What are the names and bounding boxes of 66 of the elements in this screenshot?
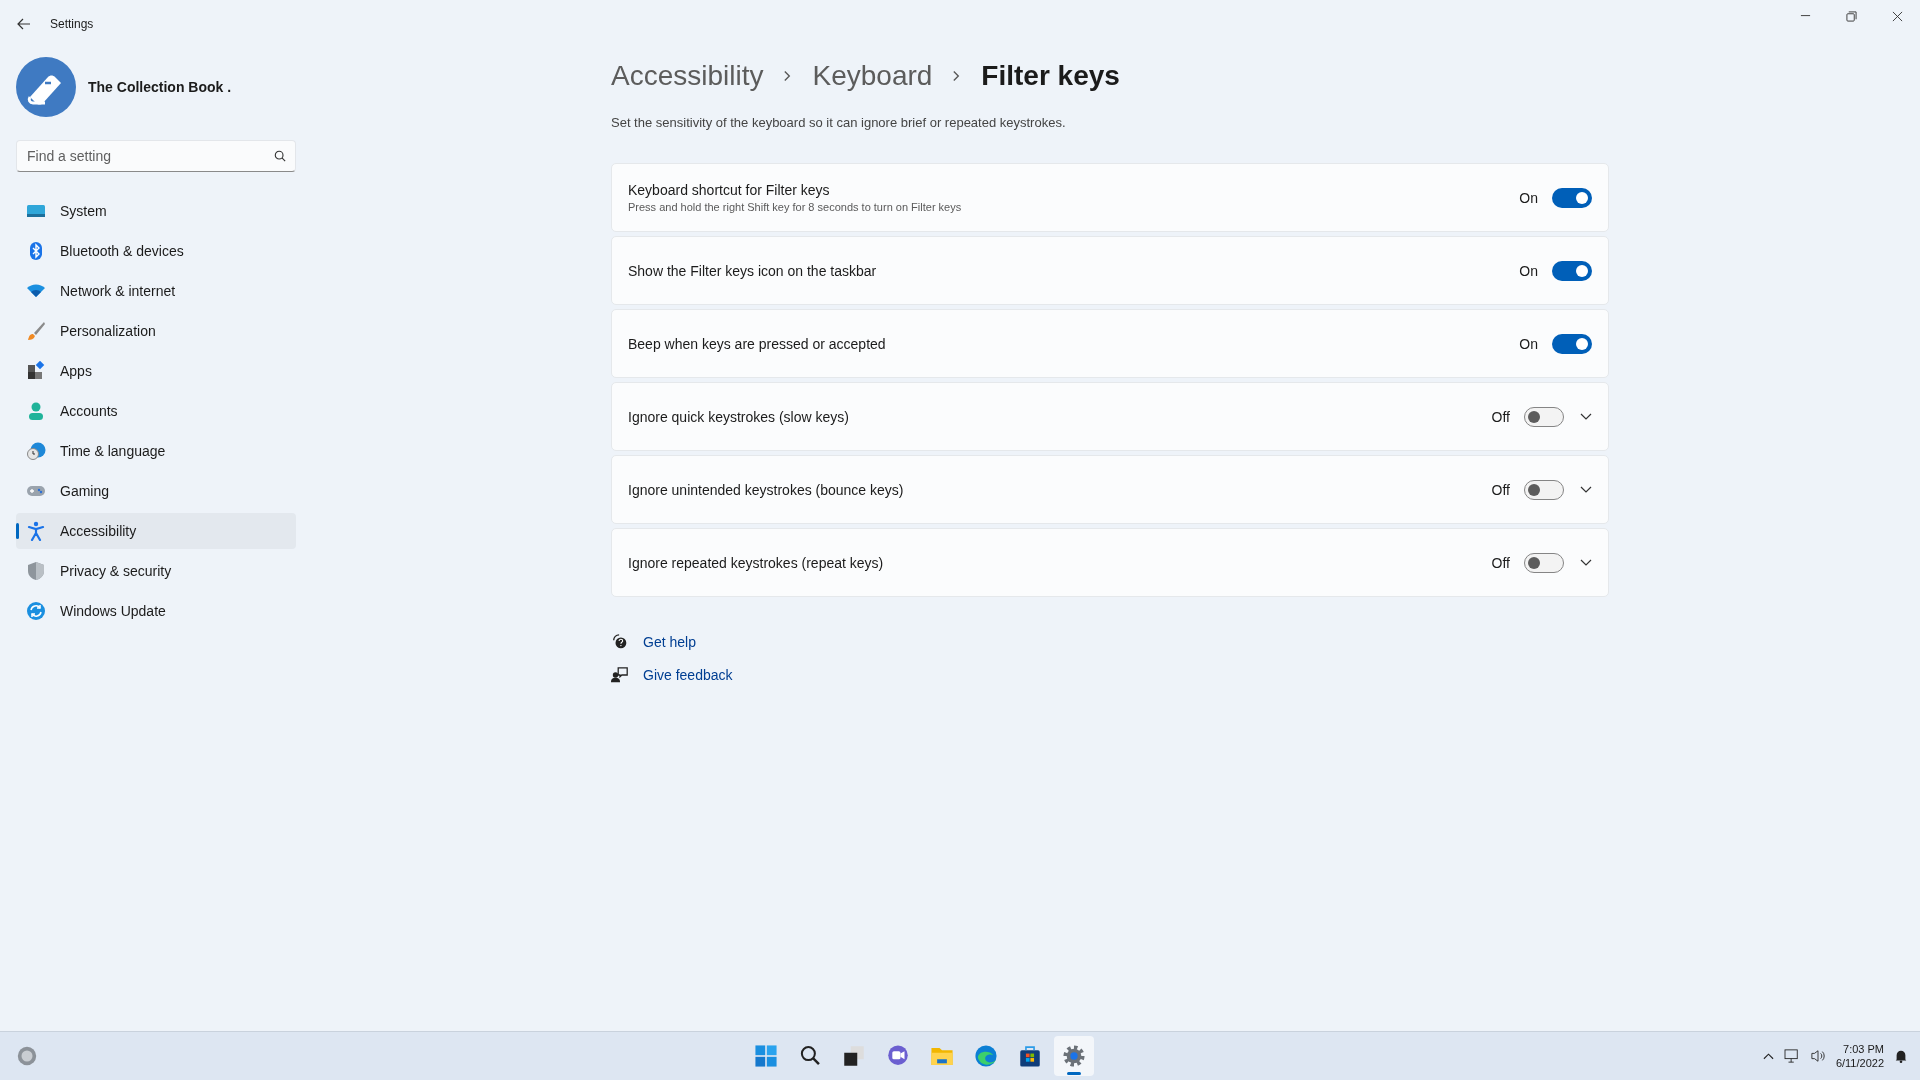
toggle-state: On	[1519, 335, 1538, 352]
search-icon	[274, 150, 286, 162]
page-description: Set the sensitivity of the keyboard so it can ignore brief or repeated keystrokes.	[611, 115, 1067, 130]
avatar-icon	[16, 57, 76, 117]
account-name: The Collection Book .	[88, 79, 232, 95]
toggle-state: On	[1519, 189, 1538, 206]
bell-icon[interactable]	[1894, 1049, 1908, 1063]
breadcrumb-link[interactable]: Accessibility	[611, 60, 764, 92]
nav-item[interactable]: Network & internet	[16, 273, 296, 309]
accessibility-icon	[26, 521, 46, 541]
nav-item[interactable]: Gaming	[16, 473, 296, 509]
toggle-switch[interactable]	[1552, 333, 1592, 354]
brush-icon	[26, 321, 46, 341]
clock-time: 7:03 PM	[1843, 1043, 1884, 1055]
window-title: Settings	[50, 17, 94, 31]
chevron-down-icon[interactable]	[1580, 558, 1592, 567]
network-icon[interactable]	[1783, 1049, 1800, 1063]
apps-icon	[26, 361, 46, 381]
restore-icon[interactable]	[1845, 10, 1857, 22]
help-link[interactable]: Get help	[643, 634, 696, 650]
toggle-switch[interactable]	[1524, 406, 1564, 427]
setting-subtitle: Press and hold the right Shift key for 8 seconds to turn on Filter keys	[628, 201, 963, 213]
page-title: Filter keys	[981, 60, 1120, 92]
help-link[interactable]: Give feedback	[643, 667, 733, 683]
chevron-down-icon[interactable]	[1580, 412, 1592, 421]
feedback-icon	[611, 666, 629, 684]
globe-clock-icon	[26, 441, 46, 461]
breadcrumb-link[interactable]: Keyboard	[812, 60, 933, 92]
chevron-down-icon[interactable]	[1580, 485, 1592, 494]
back-icon[interactable]	[16, 16, 32, 32]
chevron-right-icon	[952, 70, 962, 82]
setting-title: Ignore quick keystrokes (slow keys)	[628, 408, 850, 425]
volume-icon[interactable]	[1809, 1049, 1826, 1063]
toggle-state: On	[1519, 262, 1538, 279]
toggle-switch[interactable]	[1552, 187, 1592, 208]
start-icon	[753, 1043, 780, 1069]
toggle-state: Off	[1491, 554, 1510, 571]
nav-item[interactable]: System	[16, 193, 296, 229]
toggle-switch[interactable]	[1524, 552, 1564, 573]
toggle-switch[interactable]	[1524, 479, 1564, 500]
toggle-state: Off	[1491, 481, 1510, 498]
gear-icon	[1061, 1043, 1088, 1069]
setting-title: Show the Filter keys icon on the taskbar	[628, 262, 878, 279]
setting-title: Ignore repeated keystrokes (repeat keys)	[628, 554, 885, 571]
nav-item[interactable]: Privacy & security	[16, 553, 296, 589]
help-icon	[611, 633, 629, 651]
close-icon[interactable]	[1891, 10, 1903, 22]
person-icon	[26, 401, 46, 421]
chevron-right-icon	[783, 70, 793, 82]
sync-icon	[26, 601, 46, 621]
nav-item[interactable]: Time & language	[16, 433, 296, 469]
nav-item[interactable]: Apps	[16, 353, 296, 389]
shield-icon	[26, 561, 46, 581]
setting-title: Keyboard shortcut for Filter keys	[628, 182, 831, 198]
setting-title: Ignore unintended keystrokes (bounce keys)	[628, 481, 905, 498]
nav-item[interactable]: Personalization	[16, 313, 296, 349]
nav-item[interactable]: Accounts	[16, 393, 296, 429]
chevron-up-icon[interactable]	[1762, 1052, 1774, 1060]
search-field[interactable]: Find a setting	[16, 140, 296, 172]
clock-date: 6/11/2022	[1835, 1057, 1884, 1069]
nav-item[interactable]: Accessibility	[16, 513, 296, 549]
toggle-switch[interactable]	[1552, 260, 1592, 281]
toggle-state: Off	[1491, 408, 1510, 425]
nav-item[interactable]: Windows Update	[16, 593, 296, 629]
setting-title: Beep when keys are pressed or accepted	[628, 335, 887, 352]
nav-item[interactable]: Bluetooth & devices	[16, 233, 296, 269]
